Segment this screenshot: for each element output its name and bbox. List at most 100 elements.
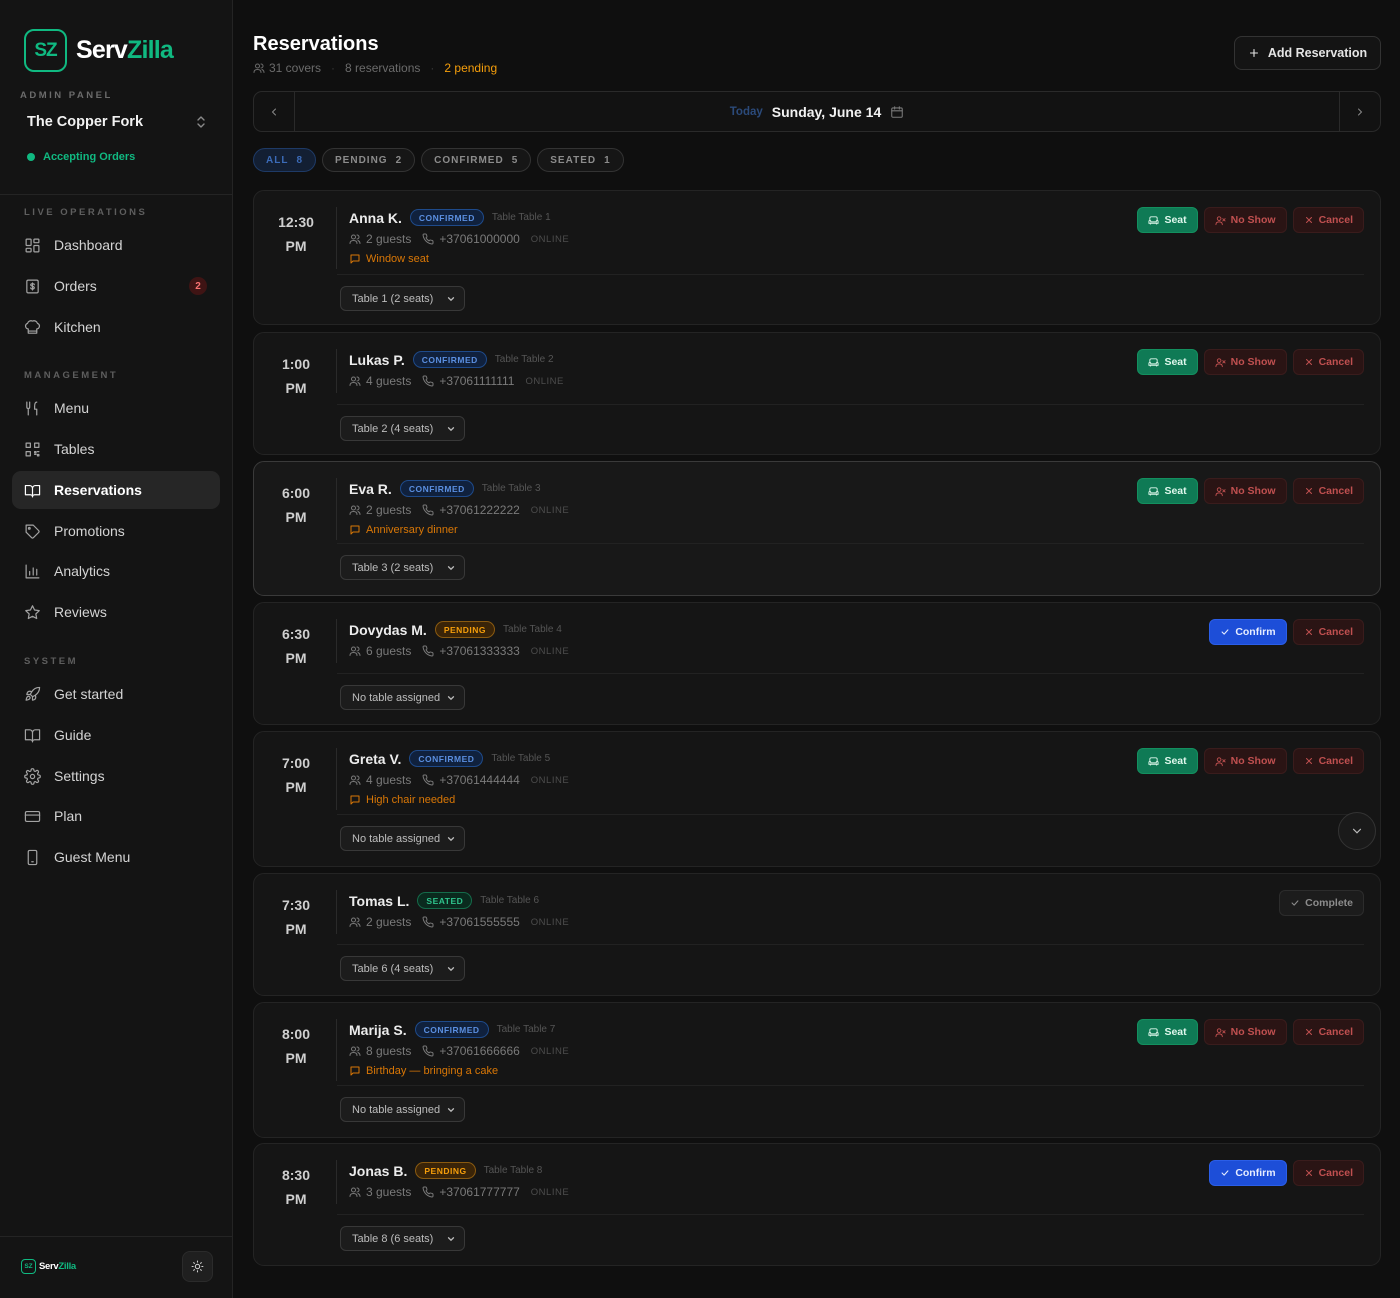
users-icon <box>349 375 361 387</box>
seat-button[interactable]: Seat <box>1137 748 1198 774</box>
sidebar-item-kitchen[interactable]: Kitchen <box>12 308 220 346</box>
previous-day-button[interactable] <box>254 92 295 131</box>
reservation-note: Window seat <box>349 253 569 265</box>
filter-chip-confirmed[interactable]: CONFIRMED 5 <box>421 148 532 172</box>
guest-name: Anna K. <box>349 209 402 226</box>
theme-toggle-button[interactable] <box>182 1251 213 1282</box>
sidebar-item-orders[interactable]: Orders 2 <box>12 267 220 305</box>
users-icon <box>349 645 361 657</box>
table-select[interactable]: Table 2 (4 seats) <box>340 416 465 441</box>
sidebar-item-reviews[interactable]: Reviews <box>12 593 220 631</box>
sidebar-item-label: Tables <box>54 441 95 457</box>
filter-chip-seated[interactable]: SEATED 1 <box>537 148 624 172</box>
seat-button[interactable]: Seat <box>1137 478 1198 504</box>
scroll-down-button[interactable] <box>1338 812 1376 850</box>
footer-logo-mark: SZ <box>21 1259 36 1274</box>
rocket-icon <box>24 686 41 703</box>
no-show-button[interactable]: No Show <box>1203 1019 1287 1045</box>
check-icon <box>1220 627 1230 637</box>
brand-name-part2: Zilla <box>127 36 174 64</box>
table-label: Table Table 2 <box>494 354 554 365</box>
no-show-button-label: No Show <box>1230 356 1276 368</box>
next-day-button[interactable] <box>1339 92 1380 131</box>
sidebar-item-analytics[interactable]: Analytics <box>12 552 220 590</box>
table-select[interactable]: Table 8 (6 seats) <box>340 1226 465 1251</box>
phone-icon <box>422 375 434 387</box>
sidebar-item-promotions[interactable]: Promotions <box>12 512 220 550</box>
cancel-button[interactable]: Cancel <box>1292 748 1364 774</box>
seat-button[interactable]: Seat <box>1137 207 1198 233</box>
table-select-value: No table assigned <box>352 691 441 704</box>
time-period: PM <box>285 650 307 666</box>
confirm-button[interactable]: Confirm <box>1209 1160 1287 1186</box>
sidebar-item-label: Dashboard <box>54 237 123 253</box>
section-management: MANAGEMENT <box>24 370 119 381</box>
note-text: High chair needed <box>366 794 456 806</box>
cancel-button[interactable]: Cancel <box>1292 207 1364 233</box>
venue-switcher[interactable]: The Copper Fork <box>27 114 207 130</box>
message-icon <box>349 524 361 536</box>
table-select[interactable]: Table 3 (2 seats) <box>340 555 465 580</box>
guest-name: Marija S. <box>349 1021 407 1038</box>
table-select[interactable]: Table 6 (4 seats) <box>340 956 465 981</box>
sidebar-item-label: Menu <box>54 400 90 416</box>
chevron-down-icon <box>446 1105 456 1115</box>
x-icon <box>1304 627 1314 637</box>
sidebar-item-settings[interactable]: Settings <box>12 757 220 795</box>
guest-phone: +37061666666 <box>439 1044 520 1058</box>
reservation-info: Lukas P. CONFIRMED Table Table 2 4 guests +3… <box>349 351 564 388</box>
date-display[interactable]: Today Sunday, June 14 <box>295 104 1339 120</box>
cancel-button-label: Cancel <box>1318 1167 1353 1179</box>
sidebar-item-get-started[interactable]: Get started <box>12 675 220 713</box>
sidebar-divider <box>0 194 232 195</box>
today-label[interactable]: Today <box>730 106 763 118</box>
users-icon <box>349 233 361 245</box>
users-icon <box>349 1045 361 1057</box>
cancel-button[interactable]: Cancel <box>1292 619 1364 645</box>
complete-button[interactable]: Complete <box>1279 890 1364 916</box>
no-show-button-label: No Show <box>1230 1026 1276 1038</box>
reservation-info: Eva R. CONFIRMED Table Table 3 2 guests +370… <box>349 480 569 536</box>
phone-icon <box>422 774 434 786</box>
table-select[interactable]: No table assigned <box>340 1097 465 1122</box>
plus-icon <box>1248 47 1260 59</box>
phone-icon <box>422 233 434 245</box>
brand-logo[interactable]: SZ ServZilla <box>24 29 174 72</box>
no-show-button[interactable]: No Show <box>1203 349 1287 375</box>
user-x-icon <box>1215 1027 1226 1038</box>
table-select[interactable]: No table assigned <box>340 685 465 710</box>
sidebar-item-plan[interactable]: Plan <box>12 797 220 835</box>
reservation-card: 8:30 PM Jonas B. PENDING Table Table 8 3 gues… <box>253 1143 1381 1266</box>
add-reservation-button[interactable]: Add Reservation <box>1234 36 1381 70</box>
status-badge: PENDING <box>434 621 496 638</box>
no-show-button[interactable]: No Show <box>1203 478 1287 504</box>
filter-count: 8 <box>296 154 304 166</box>
sidebar-item-dashboard[interactable]: Dashboard <box>12 226 220 264</box>
table-select[interactable]: No table assigned <box>340 826 465 851</box>
calendar-icon[interactable] <box>890 105 904 119</box>
sidebar-item-guest-menu[interactable]: Guest Menu <box>12 838 220 876</box>
filter-chip-pending[interactable]: PENDING 2 <box>322 148 416 172</box>
sidebar-item-reservations[interactable]: Reservations <box>12 471 220 509</box>
cancel-button[interactable]: Cancel <box>1292 349 1364 375</box>
seat-button[interactable]: Seat <box>1137 1019 1198 1045</box>
filter-chip-all[interactable]: ALL 8 <box>253 148 317 172</box>
sidebar-item-tables[interactable]: Tables <box>12 430 220 468</box>
time-period: PM <box>285 779 307 795</box>
cancel-button[interactable]: Cancel <box>1292 1160 1364 1186</box>
seat-button[interactable]: Seat <box>1137 349 1198 375</box>
sidebar-item-guide[interactable]: Guide <box>12 716 220 754</box>
no-show-button[interactable]: No Show <box>1203 207 1287 233</box>
guest-count: 2 guests <box>366 232 412 246</box>
cancel-button[interactable]: Cancel <box>1292 478 1364 504</box>
card-divider <box>337 673 1364 674</box>
no-show-button-label: No Show <box>1230 755 1276 767</box>
cancel-button[interactable]: Cancel <box>1292 1019 1364 1045</box>
table-select-value: Table 8 (6 seats) <box>352 1232 434 1245</box>
guest-count: 3 guests <box>366 1185 412 1199</box>
no-show-button[interactable]: No Show <box>1203 748 1287 774</box>
confirm-button[interactable]: Confirm <box>1209 619 1287 645</box>
sidebar-item-menu[interactable]: Menu <box>12 389 220 427</box>
card-divider <box>337 814 1364 815</box>
table-select[interactable]: Table 1 (2 seats) <box>340 286 465 311</box>
